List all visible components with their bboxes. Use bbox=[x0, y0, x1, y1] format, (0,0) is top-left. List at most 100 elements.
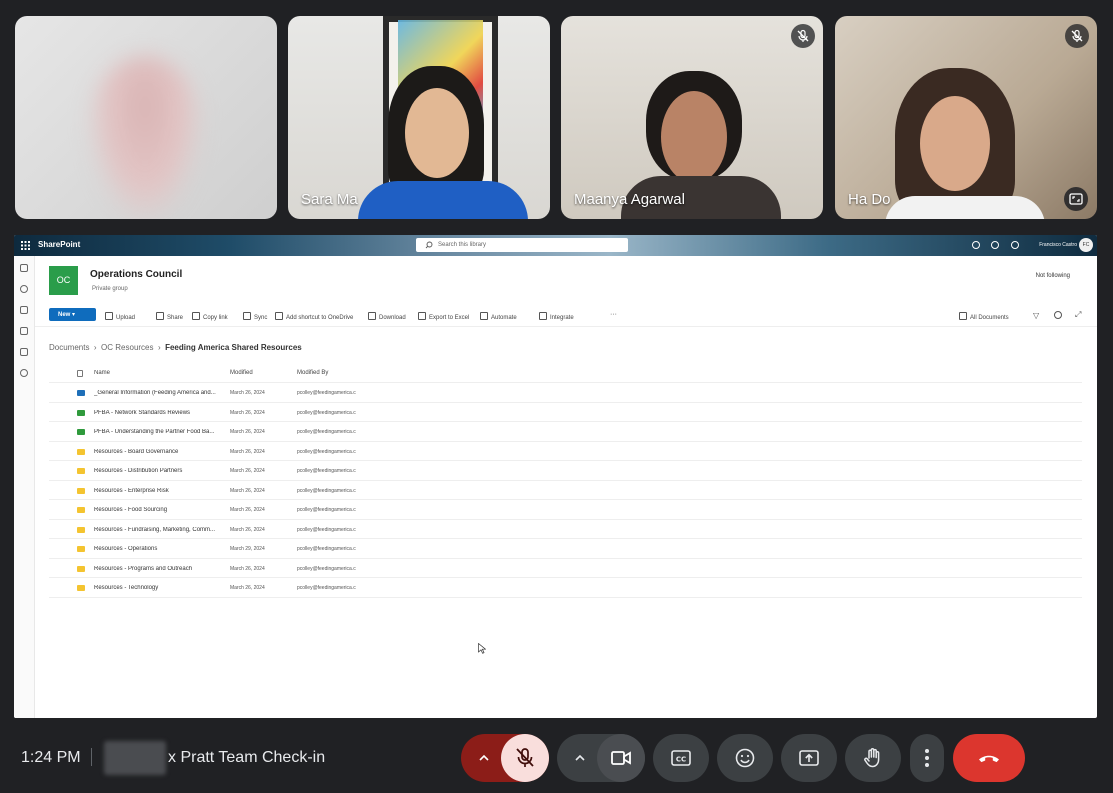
download-button[interactable]: Download bbox=[368, 312, 406, 321]
gear-icon[interactable] bbox=[991, 241, 999, 249]
mouse-cursor-icon bbox=[478, 643, 486, 654]
file-name[interactable]: Resources - Food Sourcing bbox=[94, 507, 222, 513]
reactions-button[interactable] bbox=[717, 734, 773, 782]
sharepoint-brand[interactable]: SharePoint bbox=[38, 240, 80, 249]
raise-hand-button[interactable] bbox=[845, 734, 901, 782]
list-icon[interactable] bbox=[20, 348, 28, 356]
breadcrumb-oc-resources[interactable]: OC Resources bbox=[101, 343, 153, 352]
sync-button[interactable]: Sync bbox=[243, 312, 267, 321]
share-icon[interactable] bbox=[972, 241, 980, 249]
table-row[interactable]: Resources - Board Governance March 26, 20… bbox=[49, 442, 1082, 461]
breadcrumb-documents[interactable]: Documents bbox=[49, 343, 89, 352]
muted-indicator bbox=[791, 24, 815, 48]
table-row[interactable]: Resources - Programs and Outreach March 2… bbox=[49, 559, 1082, 578]
camera-toggle-button[interactable] bbox=[597, 734, 645, 782]
more-commands-button[interactable]: ··· bbox=[610, 311, 617, 318]
modified-by: pcolley@feedingamerica.c bbox=[297, 429, 356, 435]
help-icon[interactable] bbox=[1011, 241, 1019, 249]
modified-by: pcolley@feedingamerica.c bbox=[297, 468, 356, 474]
folder-icon bbox=[77, 487, 85, 494]
participant-tile-sara-ma[interactable]: Sara Ma bbox=[288, 16, 550, 219]
info-icon[interactable] bbox=[1054, 311, 1062, 319]
app-launcher-icon[interactable] bbox=[21, 241, 30, 250]
table-row[interactable]: _General Information (Feeding America an… bbox=[49, 383, 1082, 403]
modified-by: pcolley@feedingamerica.c bbox=[297, 487, 356, 494]
captions-button[interactable]: CC bbox=[653, 734, 709, 782]
mic-off-icon bbox=[797, 29, 809, 42]
file-name[interactable]: _General Information (Feeding America an… bbox=[94, 390, 222, 396]
participant-tile-maanya-agarwal[interactable]: Maanya Agarwal bbox=[561, 16, 823, 219]
expand-icon[interactable]: ⤢ bbox=[1075, 310, 1081, 320]
upload-button[interactable]: Upload bbox=[105, 312, 135, 321]
audio-options-button[interactable] bbox=[461, 734, 549, 782]
sharepoint-suite-bar: SharePoint Search this library Francisco… bbox=[14, 235, 1097, 256]
person-shirt bbox=[358, 181, 528, 219]
file-name[interactable]: Resources - Enterprise Risk bbox=[94, 488, 222, 494]
globe-icon[interactable] bbox=[20, 285, 28, 293]
column-header-name[interactable]: Name bbox=[94, 370, 110, 376]
automate-button[interactable]: Automate bbox=[480, 312, 517, 321]
new-button[interactable]: New ▾ bbox=[49, 308, 96, 321]
table-row[interactable]: PFBA - Network Standards Reviews March 26… bbox=[49, 403, 1082, 422]
copy-link-button[interactable]: Copy link bbox=[192, 312, 228, 321]
folder-icon bbox=[77, 585, 85, 591]
file-name[interactable]: PFBA - Network Standards Reviews bbox=[94, 410, 222, 416]
home-icon[interactable] bbox=[20, 264, 28, 272]
microphone-toggle-button[interactable] bbox=[501, 734, 549, 782]
integrate-button[interactable]: Integrate bbox=[539, 312, 574, 321]
divider bbox=[91, 748, 92, 766]
avatar[interactable]: FC bbox=[1079, 238, 1093, 252]
modified-date: March 26, 2024 bbox=[230, 429, 265, 435]
follow-button[interactable]: Not following bbox=[1036, 273, 1070, 279]
participant-tile-blurred[interactable] bbox=[15, 16, 277, 219]
filter-icon[interactable]: ▽ bbox=[1033, 311, 1039, 320]
chevron-right-icon: › bbox=[155, 343, 166, 352]
file-name[interactable]: PFBA - Understanding the Partner Food Ba… bbox=[94, 429, 222, 435]
table-row[interactable]: PFBA - Understanding the Partner Food Ba… bbox=[49, 422, 1082, 442]
mic-off-icon bbox=[516, 748, 534, 767]
file-name[interactable]: Resources - Operations bbox=[94, 546, 222, 552]
site-logo[interactable]: OC bbox=[49, 266, 78, 295]
modified-date: March 26, 2024 bbox=[230, 507, 265, 513]
column-header-modified[interactable]: Modified bbox=[230, 370, 253, 376]
view-selector[interactable]: All Documents bbox=[959, 312, 1009, 321]
file-name[interactable]: Resources - Programs and Outreach bbox=[94, 566, 222, 572]
share-button[interactable]: Share bbox=[156, 312, 183, 321]
folder-icon bbox=[77, 526, 85, 533]
participant-tile-ha-do[interactable]: Ha Do bbox=[835, 16, 1097, 219]
more-options-button[interactable] bbox=[910, 734, 944, 782]
file-name[interactable]: Resources - Distribution Partners bbox=[94, 468, 222, 474]
add-icon[interactable] bbox=[20, 369, 28, 377]
chevron-up-icon bbox=[575, 754, 585, 761]
table-row[interactable]: Resources - Operations March 29, 2024 pcol… bbox=[49, 539, 1082, 559]
participant-name: Ha Do bbox=[848, 191, 891, 208]
modified-by: pcolley@feedingamerica.c bbox=[297, 585, 356, 591]
library-search-box[interactable]: Search this library bbox=[416, 238, 628, 252]
news-icon[interactable] bbox=[20, 306, 28, 314]
modified-date: March 26, 2024 bbox=[230, 526, 265, 533]
file-name[interactable]: Resources - Board Governance bbox=[94, 449, 222, 455]
fullscreen-button[interactable] bbox=[1064, 187, 1088, 211]
export-excel-button[interactable]: Export to Excel bbox=[418, 312, 469, 321]
modified-by: pcolley@feedingamerica.c bbox=[297, 507, 356, 513]
table-row[interactable]: Resources - Enterprise Risk March 26, 202… bbox=[49, 481, 1082, 500]
column-header-modified-by[interactable]: Modified By bbox=[297, 370, 328, 376]
table-row[interactable]: Resources - Food Sourcing March 26, 2024 p… bbox=[49, 500, 1082, 520]
modified-date: March 26, 2024 bbox=[230, 585, 265, 591]
file-rows: _General Information (Feeding America an… bbox=[49, 383, 1082, 598]
table-row[interactable]: Resources - Technology March 26, 2024 pcol… bbox=[49, 578, 1082, 598]
modified-date: March 26, 2024 bbox=[230, 468, 265, 474]
site-title[interactable]: Operations Council bbox=[90, 269, 182, 280]
person-face bbox=[405, 88, 469, 178]
leave-call-button[interactable] bbox=[953, 734, 1025, 782]
video-options-button[interactable] bbox=[557, 734, 645, 782]
file-name[interactable]: Resources - Fundraising, Marketing, Comm… bbox=[94, 527, 222, 533]
add-shortcut-button[interactable]: Add shortcut to OneDrive bbox=[275, 312, 353, 321]
present-screen-button[interactable] bbox=[781, 734, 837, 782]
file-icon[interactable] bbox=[20, 327, 28, 335]
table-row[interactable]: Resources - Distribution Partners March 2… bbox=[49, 461, 1082, 481]
file-name[interactable]: Resources - Technology bbox=[94, 585, 222, 591]
table-row[interactable]: Resources - Fundraising, Marketing, Comm… bbox=[49, 520, 1082, 539]
new-button-label: New bbox=[58, 312, 71, 318]
search-icon bbox=[425, 241, 433, 249]
